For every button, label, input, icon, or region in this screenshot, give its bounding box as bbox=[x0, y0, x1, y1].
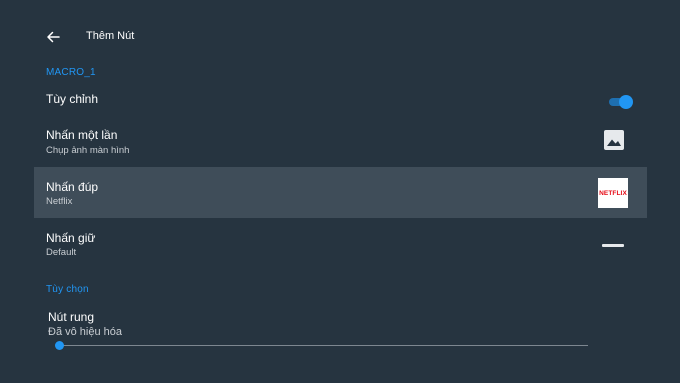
long-press-title: Nhấn giữ bbox=[46, 231, 96, 245]
toggle-thumb bbox=[619, 95, 633, 109]
double-press-subtitle: Netflix bbox=[46, 196, 73, 207]
custom-toggle-label: Tùy chỉnh bbox=[46, 92, 99, 106]
long-press-subtitle: Default bbox=[46, 247, 77, 258]
page-title: Thêm Nút bbox=[86, 30, 135, 42]
vibration-slider-track[interactable] bbox=[59, 345, 588, 346]
single-press-subtitle: Chụp ảnh màn hình bbox=[46, 145, 130, 156]
dash-icon bbox=[602, 244, 624, 247]
netflix-logo: NETFLIX bbox=[598, 178, 628, 208]
vibration-slider-thumb[interactable] bbox=[55, 341, 64, 350]
image-icon bbox=[604, 130, 624, 150]
double-press-title: Nhấn đúp bbox=[46, 180, 99, 194]
single-press-row[interactable]: Nhấn một lần Chụp ảnh màn hình bbox=[34, 118, 647, 164]
vibration-subtitle: Đã vô hiệu hóa bbox=[48, 326, 122, 338]
back-button[interactable] bbox=[42, 26, 64, 48]
arrow-left-icon bbox=[47, 31, 60, 43]
long-press-row[interactable]: Nhấn giữ Default bbox=[34, 220, 647, 266]
double-press-row[interactable]: Nhấn đúp Netflix NETFLIX bbox=[34, 167, 647, 218]
vibration-slider-row[interactable]: Nút rung Đã vô hiệu hóa bbox=[34, 302, 647, 352]
single-press-title: Nhấn một lần bbox=[46, 128, 118, 142]
app-header: Thêm Nút bbox=[0, 0, 680, 72]
custom-toggle-switch[interactable] bbox=[609, 95, 633, 109]
vibration-title: Nút rung bbox=[48, 310, 95, 324]
custom-toggle-row[interactable]: Tùy chỉnh bbox=[34, 84, 647, 114]
section-header-options: Tùy chọn bbox=[46, 284, 89, 295]
section-header-macro: MACRO_1 bbox=[46, 67, 96, 78]
